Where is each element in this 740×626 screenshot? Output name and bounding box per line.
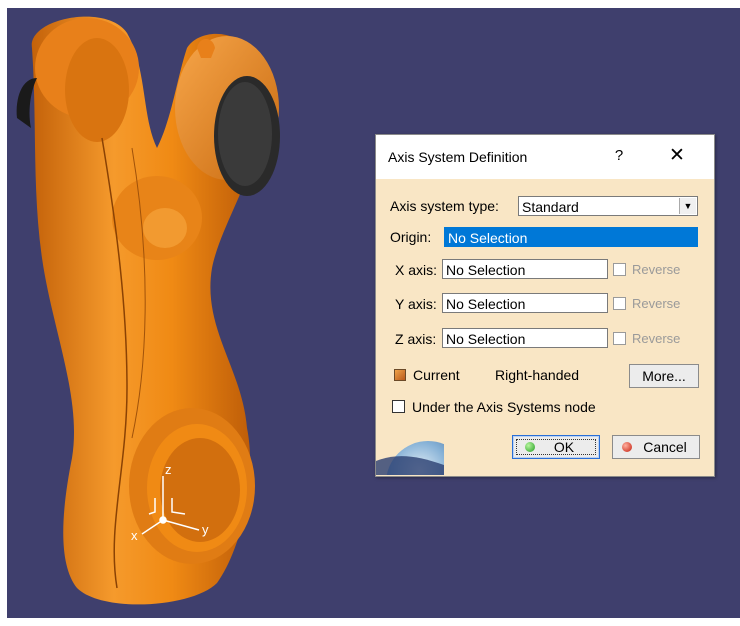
close-button[interactable]: ✕ xyxy=(662,142,692,170)
x-reverse-label: Reverse xyxy=(632,262,681,277)
origin-label: Origin: xyxy=(390,229,432,245)
axis-system-type-select[interactable]: Standard ▼ xyxy=(518,196,698,216)
more-button[interactable]: More... xyxy=(629,364,699,388)
dropdown-arrow-icon[interactable]: ▼ xyxy=(679,198,696,214)
axis-system-type-label: Axis system type: xyxy=(390,198,499,214)
handedness-label: Right-handed xyxy=(495,367,580,383)
x-reverse-checkbox[interactable] xyxy=(613,263,626,276)
left-eye-bore xyxy=(65,38,129,142)
cancel-button[interactable]: Cancel xyxy=(612,435,700,459)
ok-button[interactable]: OK xyxy=(512,435,600,459)
x-axis-field[interactable]: No Selection xyxy=(442,259,608,279)
dialog-titlebar[interactable]: Axis System Definition ? ✕ xyxy=(376,135,714,179)
axis-z-label: z xyxy=(165,462,172,477)
origin-field[interactable]: No Selection xyxy=(444,227,698,247)
help-button[interactable]: ? xyxy=(608,142,630,170)
y-axis-label: Y axis: xyxy=(395,296,437,312)
under-axis-systems-node-checkbox[interactable] xyxy=(392,400,405,413)
dialog-title: Axis System Definition xyxy=(388,149,528,165)
lower-eye-bore xyxy=(160,438,240,542)
axis-x-label: x xyxy=(131,528,138,543)
axis-y-label: y xyxy=(202,522,209,537)
y-reverse-checkbox[interactable] xyxy=(613,297,626,310)
z-axis-field[interactable]: No Selection xyxy=(442,328,608,348)
under-axis-systems-node-label: Under the Axis Systems node xyxy=(412,399,596,415)
current-label: Current xyxy=(413,367,460,383)
axis-system-definition-dialog: Axis System Definition ? ✕ Axis system t… xyxy=(375,134,715,477)
x-axis-label: X axis: xyxy=(395,262,438,278)
cancel-red-dot-icon xyxy=(622,442,632,452)
ok-green-dot-icon xyxy=(525,442,535,452)
z-reverse-label: Reverse xyxy=(632,331,681,346)
current-indicator-icon xyxy=(394,369,406,381)
z-axis-label: Z axis: xyxy=(395,331,437,347)
earth-decoration-icon xyxy=(376,441,444,475)
y-axis-field[interactable]: No Selection xyxy=(442,293,608,313)
z-reverse-checkbox[interactable] xyxy=(613,332,626,345)
ok-label: OK xyxy=(553,439,575,455)
y-reverse-label: Reverse xyxy=(632,296,681,311)
cancel-label: Cancel xyxy=(643,439,687,455)
axis-system-type-value: Standard xyxy=(522,199,579,215)
